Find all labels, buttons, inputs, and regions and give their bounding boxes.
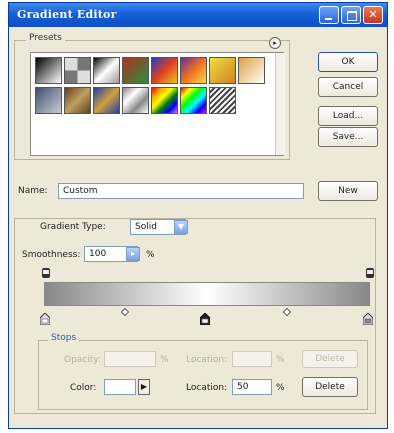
title-bar[interactable]: Gradient Editor ✕ — [9, 3, 387, 27]
preset-swatch[interactable] — [180, 87, 207, 114]
color-location-unit: % — [276, 383, 285, 393]
ok-button[interactable]: OK — [318, 52, 378, 72]
color-location-label: Location: — [186, 383, 228, 393]
window-title: Gradient Editor — [17, 8, 117, 21]
chevron-down-icon[interactable]: ▼ — [174, 220, 188, 234]
minimize-icon — [325, 18, 332, 20]
preset-swatch[interactable] — [64, 57, 91, 84]
preset-swatch[interactable] — [209, 57, 236, 84]
preset-swatch[interactable] — [209, 87, 236, 114]
opacity-label: Opacity: — [64, 355, 101, 365]
close-button[interactable]: ✕ — [363, 6, 383, 24]
color-swatch[interactable] — [104, 379, 136, 395]
name-label: Name: — [18, 186, 48, 196]
preset-swatch[interactable] — [35, 57, 62, 84]
circle-arrow-icon[interactable]: ▸ — [269, 37, 281, 49]
preset-swatch[interactable] — [64, 87, 91, 114]
opacity-input — [104, 351, 156, 367]
new-button[interactable]: New — [318, 181, 378, 201]
presets-scrollbar[interactable] — [275, 53, 285, 155]
load-button[interactable]: Load... — [318, 106, 378, 126]
preset-swatch[interactable] — [93, 57, 120, 84]
color-stop-selected[interactable] — [200, 313, 210, 325]
color-menu-arrow-icon[interactable]: ▶ — [138, 379, 150, 395]
preset-swatch[interactable] — [151, 57, 178, 84]
opacity-delete-button: Delete — [302, 350, 358, 368]
save-button[interactable]: Save... — [318, 127, 378, 147]
cancel-button[interactable]: Cancel — [318, 77, 378, 97]
presets-label: Presets — [26, 33, 65, 43]
preset-swatch[interactable] — [122, 57, 149, 84]
minimize-button[interactable] — [319, 6, 339, 24]
smoothness-unit: % — [146, 250, 155, 260]
color-stop-left[interactable] — [40, 313, 50, 325]
opacity-location-unit: % — [276, 355, 285, 365]
opacity-location-input — [232, 351, 272, 367]
smoothness-label: Smoothness: — [22, 250, 81, 260]
preset-swatch[interactable] — [180, 57, 207, 84]
preset-swatch[interactable] — [93, 87, 120, 114]
smoothness-slider-button[interactable]: ▸ — [126, 247, 140, 261]
preset-swatch[interactable] — [151, 87, 178, 114]
opacity-location-label: Location: — [186, 355, 228, 365]
close-icon: ✕ — [368, 8, 378, 21]
gradient-type-label: Gradient Type: — [38, 222, 108, 232]
presets-swatch-list — [30, 52, 285, 156]
preset-swatch[interactable] — [122, 87, 149, 114]
opacity-unit: % — [160, 355, 169, 365]
preset-swatch[interactable] — [35, 87, 62, 114]
opacity-stop-left[interactable] — [42, 268, 50, 278]
maximize-icon — [347, 11, 357, 21]
stops-label: Stops — [48, 333, 80, 343]
name-input[interactable]: Custom — [58, 183, 304, 199]
color-delete-button[interactable]: Delete — [302, 377, 358, 397]
maximize-button[interactable] — [341, 6, 361, 24]
color-label: Color: — [70, 383, 97, 393]
gradient-preview-bar[interactable] — [44, 282, 370, 306]
opacity-stop-right[interactable] — [366, 268, 374, 278]
color-location-input[interactable]: 50 — [232, 379, 272, 395]
preset-swatch[interactable] — [238, 57, 265, 84]
color-stop-right[interactable] — [363, 313, 373, 325]
